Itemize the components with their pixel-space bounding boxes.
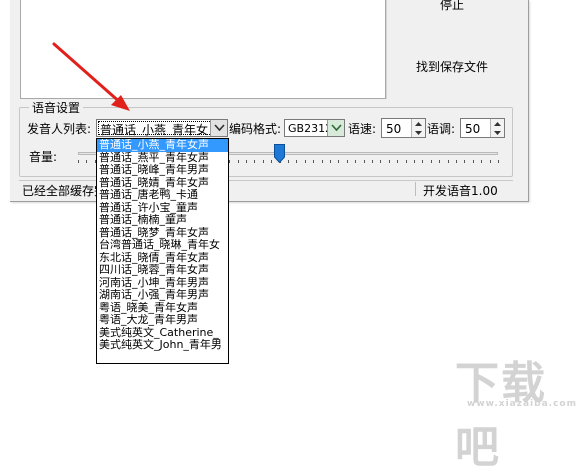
slider-tick bbox=[405, 160, 407, 163]
slider-tick bbox=[321, 160, 323, 163]
speaker-option[interactable]: 普通话_许小宝_童声 bbox=[97, 202, 228, 215]
speaker-option[interactable]: 普通话_小燕_青年女声 bbox=[97, 139, 228, 152]
triangle-up-icon[interactable] bbox=[412, 119, 425, 128]
text-input-area[interactable] bbox=[20, 0, 386, 99]
slider-tick bbox=[86, 160, 88, 163]
speaker-option[interactable]: 东北话_晓倩_青年女声 bbox=[97, 252, 228, 265]
pitch-stepper[interactable]: 50 bbox=[460, 118, 505, 138]
speed-stepper[interactable]: 50 bbox=[381, 118, 426, 138]
watermark-logo: 下载吧 bbox=[455, 358, 547, 473]
slider-tick bbox=[472, 160, 474, 163]
slider-tick bbox=[481, 160, 483, 163]
speaker-list-label: 发音人列表: bbox=[27, 122, 92, 136]
volume-slider-thumb[interactable] bbox=[274, 144, 286, 163]
encoding-combo[interactable]: GB2312 bbox=[284, 119, 345, 137]
slider-tick bbox=[397, 160, 399, 163]
slider-tick bbox=[388, 160, 390, 163]
slider-tick bbox=[355, 160, 357, 163]
slider-tick bbox=[380, 160, 382, 163]
chevron-down-icon[interactable] bbox=[327, 120, 344, 136]
pitch-spin[interactable] bbox=[490, 119, 504, 137]
speaker-option[interactable]: 普通话_晓梦_青年女声 bbox=[97, 227, 228, 240]
slider-tick bbox=[489, 160, 491, 163]
divider bbox=[386, 0, 387, 99]
speaker-option[interactable]: 普通话_楠楠_童声 bbox=[97, 214, 228, 227]
slider-tick bbox=[246, 160, 247, 163]
speed-spin[interactable] bbox=[411, 119, 425, 137]
stop-button[interactable]: 停止 bbox=[440, 0, 464, 13]
slider-tick bbox=[254, 160, 256, 163]
encoding-combo-value: GB2312 bbox=[288, 122, 333, 135]
slider-tick bbox=[288, 160, 289, 163]
slider-tick bbox=[78, 160, 79, 163]
speaker-option[interactable]: 粤语_大龙_青年男声 bbox=[97, 314, 228, 327]
speaker-dropdown-list[interactable]: 普通话_小燕_青年女声 普通话_燕平_青年女声 普通话_晓峰_青年男声 普通话_晓婧_… bbox=[96, 138, 229, 364]
slider-tick bbox=[363, 160, 365, 163]
slider-tick bbox=[296, 160, 298, 163]
speed-value: 50 bbox=[386, 122, 402, 136]
speaker-option[interactable]: 台湾普通话_晓琳_青年女 bbox=[97, 239, 228, 252]
speaker-option[interactable]: 美式纯英文_John_青年男 bbox=[97, 339, 228, 352]
slider-tick bbox=[456, 160, 457, 163]
watermark: 下载吧 www.xiazaiba.com bbox=[455, 347, 585, 473]
speaker-option[interactable]: 美式纯英文_Catherine_ bbox=[97, 327, 228, 340]
slider-tick bbox=[338, 160, 340, 163]
slider-tick bbox=[464, 160, 466, 163]
speaker-option[interactable]: 四川话_晓蓉_青年女声 bbox=[97, 264, 228, 277]
slider-tick bbox=[447, 160, 449, 163]
slider-tick bbox=[229, 160, 231, 163]
status-right: 开发语音1.00 bbox=[423, 184, 498, 198]
slider-tick bbox=[304, 160, 306, 163]
status-divider bbox=[415, 182, 416, 196]
slider-tick bbox=[262, 160, 264, 163]
speaker-option[interactable]: 粤语_晓美_青年女声 bbox=[97, 302, 228, 315]
triangle-up-icon[interactable] bbox=[491, 119, 504, 128]
slider-tick bbox=[422, 160, 424, 163]
speaker-option[interactable]: 湖南话_小强_青年男声 bbox=[97, 289, 228, 302]
slider-tick bbox=[498, 160, 499, 163]
slider-tick bbox=[372, 160, 373, 163]
speaker-combo-value: 普通话_小燕_青年女 bbox=[100, 123, 209, 137]
status-bar: 已经全部缓存完 开发语音1.00 bbox=[19, 180, 513, 198]
pitch-value: 50 bbox=[465, 122, 481, 136]
slider-tick bbox=[271, 160, 273, 163]
chevron-down-icon[interactable] bbox=[210, 120, 227, 136]
triangle-down-icon[interactable] bbox=[412, 128, 425, 137]
encoding-label: 编码格式: bbox=[229, 122, 282, 136]
voice-settings-title: 语音设置 bbox=[29, 99, 84, 116]
slider-tick bbox=[430, 160, 432, 163]
slider-tick bbox=[346, 160, 348, 163]
speaker-option[interactable]: 普通话_晓婧_青年女声 bbox=[97, 177, 228, 190]
speaker-option[interactable]: 普通话_燕平_青年女声 bbox=[97, 152, 228, 165]
pitch-label: 语调: bbox=[427, 122, 456, 136]
triangle-down-icon[interactable] bbox=[491, 128, 504, 137]
speaker-combo[interactable]: 普通话_小燕_青年女 bbox=[96, 119, 228, 137]
voice-settings-group bbox=[19, 107, 513, 177]
speaker-option[interactable]: 普通话_唐老鸭_卡通 bbox=[97, 189, 228, 202]
slider-tick bbox=[237, 160, 239, 163]
speed-label: 语速: bbox=[348, 122, 377, 136]
find-saved-file-button[interactable]: 找到保存文件 bbox=[416, 58, 488, 75]
slider-tick bbox=[414, 160, 415, 163]
speaker-option[interactable]: 普通话_晓峰_青年男声 bbox=[97, 164, 228, 177]
slider-tick bbox=[330, 160, 331, 163]
watermark-url: www.xiazaiba.com bbox=[467, 399, 577, 409]
volume-label: 音量: bbox=[29, 150, 58, 164]
slider-tick bbox=[439, 160, 441, 163]
slider-tick bbox=[313, 160, 315, 163]
speaker-option[interactable]: 河南话_小坤_青年男声 bbox=[97, 277, 228, 290]
status-left: 已经全部缓存完 bbox=[22, 184, 107, 198]
